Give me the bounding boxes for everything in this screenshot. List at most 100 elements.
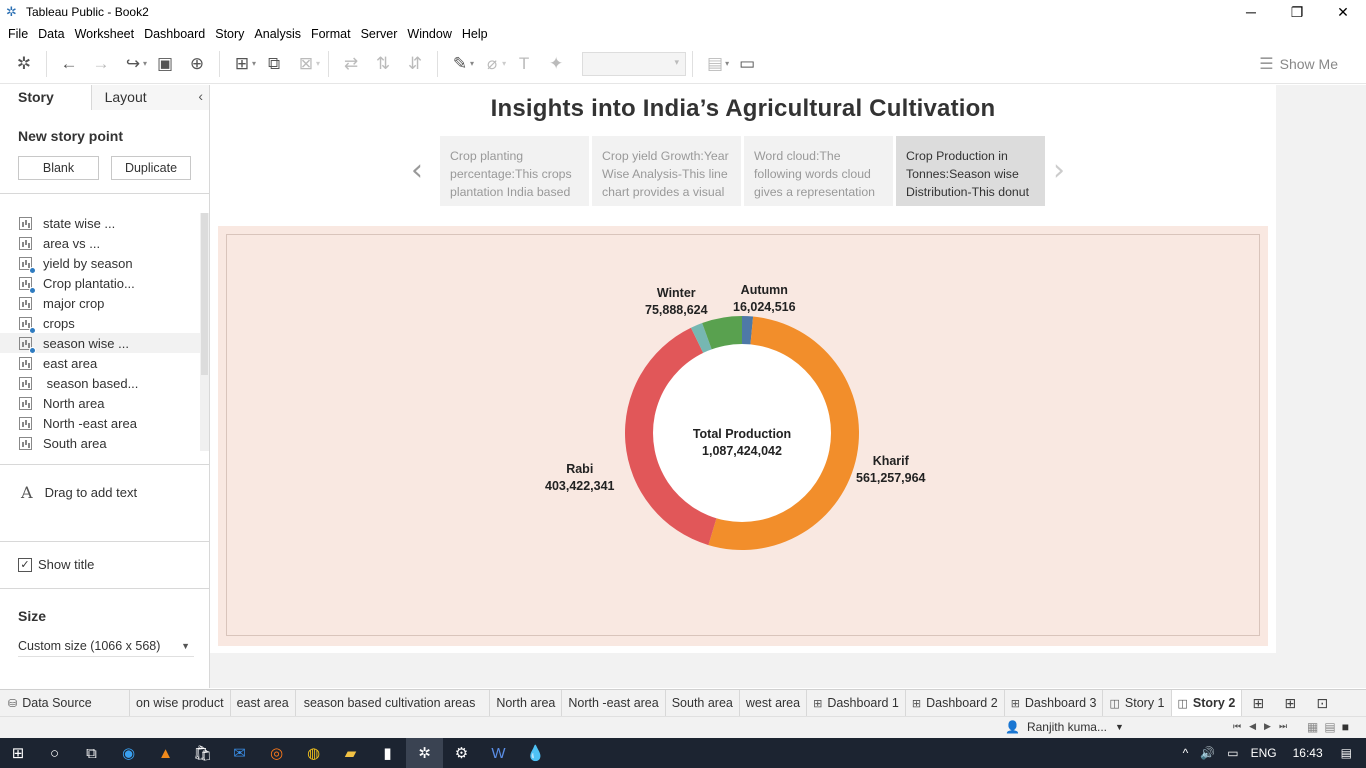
sheet-tab[interactable]: on wise product xyxy=(130,689,231,717)
new-data-source-icon[interactable]: ⊕ xyxy=(181,48,213,80)
first-sheet-icon[interactable]: ⏮ xyxy=(1233,721,1241,732)
usb-device-icon[interactable]: ▮ xyxy=(369,738,406,768)
pin-icon[interactable]: ✦ xyxy=(540,48,572,80)
sheet-tab[interactable]: South area xyxy=(666,689,740,717)
list-item[interactable]: crops xyxy=(0,313,200,334)
size-select[interactable]: Custom size (1066 x 568) ▼ xyxy=(18,635,194,657)
menu-story[interactable]: Story xyxy=(210,27,249,41)
highlight-icon[interactable]: ✎ xyxy=(444,48,476,80)
close-button[interactable]: ✕ xyxy=(1320,0,1366,24)
duplicate-button[interactable]: Duplicate xyxy=(111,156,191,180)
tableau-taskbar-icon[interactable]: ✲ xyxy=(406,738,443,768)
group-icon[interactable]: ⌀ xyxy=(476,48,508,80)
menu-worksheet[interactable]: Worksheet xyxy=(70,27,140,41)
list-item[interactable]: season based... xyxy=(0,373,200,393)
search-icon[interactable]: ○ xyxy=(36,738,73,768)
firefox-icon[interactable]: ◎ xyxy=(258,738,295,768)
list-item[interactable]: yield by season xyxy=(0,253,200,274)
replay-icon[interactable]: ↪ xyxy=(117,48,149,80)
sort-descending-icon[interactable]: ⇵ xyxy=(399,48,431,80)
sheet-tab[interactable]: west area xyxy=(740,689,808,717)
fit-select[interactable] xyxy=(582,51,687,76)
new-dashboard-tab-icon[interactable]: ⊞ xyxy=(1274,690,1306,717)
windows-start-icon[interactable]: ⊞ xyxy=(0,738,36,768)
story-point-4[interactable]: Crop Production in Tonnes:Season wise Di… xyxy=(896,136,1045,206)
next-sheet-icon[interactable]: ▶ xyxy=(1264,721,1271,732)
undo-icon[interactable]: ← xyxy=(53,48,85,80)
list-item[interactable]: state wise ... xyxy=(0,213,200,233)
sort-ascending-icon[interactable]: ⇅ xyxy=(367,48,399,80)
tabs-view-icon[interactable]: ■ xyxy=(1342,720,1349,734)
filmstrip-icon[interactable]: ▤ xyxy=(1324,720,1335,734)
drag-text-object[interactable]: A Drag to add text xyxy=(21,483,137,502)
tray-chevron-up-icon[interactable]: ^ xyxy=(1183,746,1189,760)
show-title-checkbox[interactable]: ✓ Show title xyxy=(18,557,94,572)
duplicate-sheet-icon[interactable]: ⧉ xyxy=(258,48,290,80)
show-me-button[interactable]: ☰ Show Me xyxy=(1259,54,1338,74)
story-tab-active[interactable]: ◫ Story 2 xyxy=(1171,689,1243,717)
labels-icon[interactable]: T xyxy=(508,48,540,80)
list-item[interactable]: North area xyxy=(0,393,200,413)
tableau-home-icon[interactable]: ✲ xyxy=(8,48,40,80)
tab-data-source[interactable]: ⛁ Data Source xyxy=(0,689,130,717)
menu-dashboard[interactable]: Dashboard xyxy=(139,27,210,41)
menu-help[interactable]: Help xyxy=(457,27,493,41)
notifications-icon[interactable]: ▤ xyxy=(1341,746,1352,760)
last-sheet-icon[interactable]: ⏭ xyxy=(1279,721,1287,732)
sheet-tab[interactable]: North -east area xyxy=(562,689,666,717)
list-item[interactable]: major crop xyxy=(0,293,200,313)
presentation-mode-icon[interactable]: ▭ xyxy=(731,48,763,80)
list-item[interactable]: South area xyxy=(0,433,200,453)
show-cards-icon[interactable]: ▤ xyxy=(699,48,731,80)
collapse-pane-icon[interactable]: ‹ xyxy=(198,88,203,104)
save-icon[interactable]: ▣ xyxy=(149,48,181,80)
redo-icon[interactable]: → xyxy=(85,48,117,80)
minimize-button[interactable]: ─ xyxy=(1228,0,1274,24)
new-worksheet-tab-icon[interactable]: ⊞ xyxy=(1242,690,1274,717)
new-story-tab-icon[interactable]: ⊡ xyxy=(1306,690,1338,717)
user-menu[interactable]: 👤 Ranjith kuma... ▼ xyxy=(1005,720,1124,734)
dashboard-tab[interactable]: ⊞ Dashboard 2 xyxy=(906,689,1005,717)
restore-button[interactable]: ❐ xyxy=(1274,0,1320,24)
sheet-tab[interactable]: season based cultivation areas xyxy=(296,689,491,717)
prev-sheet-icon[interactable]: ◀ xyxy=(1249,721,1256,732)
edge-browser-icon[interactable]: ◉ xyxy=(110,738,147,768)
list-item[interactable]: east area xyxy=(0,353,200,373)
sheet-tab[interactable]: east area xyxy=(231,689,296,717)
menu-format[interactable]: Format xyxy=(306,27,356,41)
sheet-tab[interactable]: North area xyxy=(490,689,563,717)
store-icon[interactable]: 🛍 xyxy=(184,738,221,768)
list-item[interactable]: Crop plantatio... xyxy=(0,273,200,294)
story-point-2[interactable]: Crop yield Growth:Year Wise Analysis-Thi… xyxy=(592,136,741,206)
mail-icon[interactable]: ✉ xyxy=(221,738,258,768)
dashboard-tab[interactable]: ⊞ Dashboard 3 xyxy=(1005,689,1104,717)
menu-data[interactable]: Data xyxy=(33,27,69,41)
next-story-point-icon[interactable]: › xyxy=(1053,153,1065,188)
clear-sheet-icon[interactable]: ⊠ xyxy=(290,48,322,80)
menu-analysis[interactable]: Analysis xyxy=(249,27,306,41)
new-worksheet-icon[interactable]: ⊞ xyxy=(226,48,258,80)
volume-icon[interactable]: 🔊 xyxy=(1200,746,1215,760)
story-point-3[interactable]: Word cloud:The following words cloud giv… xyxy=(744,136,893,206)
chrome-icon[interactable]: ◍ xyxy=(295,738,332,768)
dashboard-tab[interactable]: ⊞ Dashboard 1 xyxy=(807,689,906,717)
paint-icon[interactable]: 💧 xyxy=(517,738,554,768)
network-icon[interactable]: ▭ xyxy=(1227,746,1238,760)
swap-axes-icon[interactable]: ⇄ xyxy=(335,48,367,80)
tab-layout[interactable]: Layout xyxy=(91,85,209,110)
word-icon[interactable]: W xyxy=(480,738,517,768)
story-point-1[interactable]: Crop planting percentage:This crops plan… xyxy=(440,136,589,206)
task-view-icon[interactable]: ⧉ xyxy=(73,738,110,768)
list-item[interactable]: area vs ... xyxy=(0,233,200,253)
vlc-icon[interactable]: ▲ xyxy=(147,738,184,768)
language-indicator[interactable]: ENG xyxy=(1251,746,1277,760)
menu-window[interactable]: Window xyxy=(402,27,456,41)
sheet-sorter-icon[interactable]: ▦ xyxy=(1307,720,1318,734)
clock[interactable]: 16:43 xyxy=(1293,746,1323,760)
menu-server[interactable]: Server xyxy=(356,27,403,41)
settings-icon[interactable]: ⚙ xyxy=(443,738,480,768)
sheet-list-scrollbar[interactable] xyxy=(200,213,209,451)
list-item[interactable]: North -east area xyxy=(0,413,200,433)
list-item[interactable]: season wise ... xyxy=(0,333,200,354)
file-explorer-icon[interactable]: ▰ xyxy=(332,738,369,768)
